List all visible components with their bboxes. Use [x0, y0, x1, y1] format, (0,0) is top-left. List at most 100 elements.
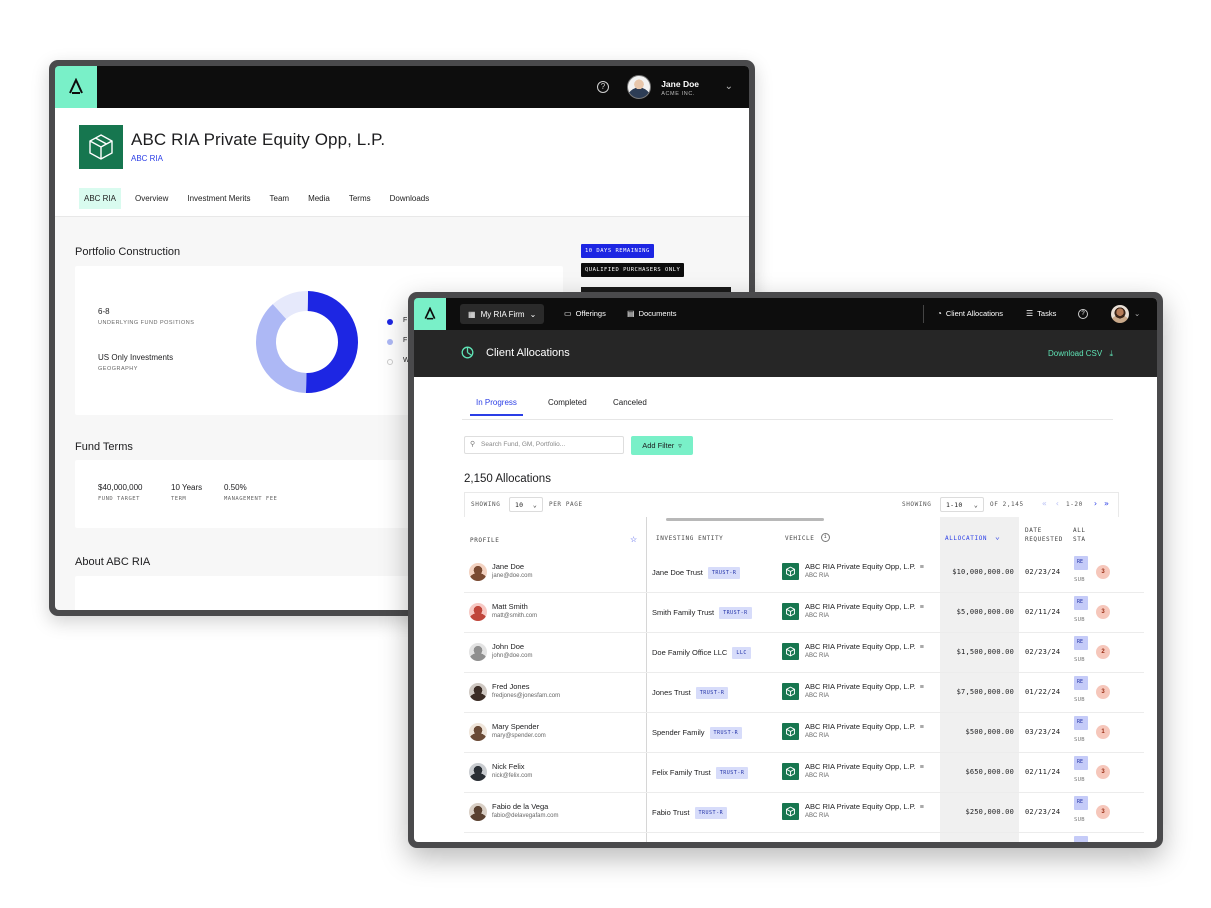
- investing-entity-cell[interactable]: Jane Doe Trust TRUST-R: [652, 567, 741, 579]
- tab-completed[interactable]: Completed: [548, 398, 587, 414]
- range-select[interactable]: 1-10 ⌄: [940, 497, 984, 512]
- fund-logo-icon: [782, 803, 799, 820]
- task-count-badge[interactable]: 3: [1096, 565, 1110, 579]
- profile-cell[interactable]: Mary Spender mary@spender.com: [492, 722, 546, 739]
- pie-chart-icon: [461, 346, 474, 359]
- chevron-down-icon[interactable]: ⌄: [725, 81, 733, 92]
- tab-terms[interactable]: Terms: [344, 188, 376, 209]
- vehicle-cell[interactable]: ABC RIA Private Equity Opp, L.P. ≡ ABC RI…: [805, 602, 924, 619]
- add-filter-button[interactable]: Add Filter ▿: [631, 436, 693, 455]
- portfolio-construction-title: Portfolio Construction: [75, 246, 181, 258]
- task-count-badge[interactable]: 3: [1096, 605, 1110, 619]
- investing-entity-cell[interactable]: Smith Family Trust TRUST-R: [652, 607, 752, 619]
- range-value: 1-10: [946, 500, 963, 509]
- tab-team[interactable]: Team: [265, 188, 295, 209]
- layers-icon: ≡: [919, 724, 924, 731]
- entity-name: Fabio Trust: [652, 808, 690, 817]
- task-count-badge[interactable]: 1: [1096, 725, 1110, 739]
- entity-name: Spender Family: [652, 728, 705, 737]
- app-logo-icon[interactable]: [414, 298, 446, 330]
- nav-offerings[interactable]: ▭ Offerings: [564, 309, 606, 318]
- status-sub: SUB: [1074, 697, 1085, 703]
- help-icon[interactable]: ?: [1078, 309, 1088, 319]
- client-allocations-page: ▦ My RIA Firm ⌄ ▭ Offerings ▤ Documents …: [414, 298, 1157, 842]
- profile-name: Fred Jones: [492, 682, 530, 691]
- entity-name: Jane Doe Trust: [652, 568, 703, 577]
- column-label: ALL: [1073, 527, 1086, 534]
- entity-name: Jones Trust: [652, 688, 691, 697]
- user-avatar[interactable]: [627, 75, 651, 99]
- firm-switcher[interactable]: ▦ My RIA Firm ⌄: [460, 304, 545, 324]
- investing-entity-cell[interactable]: Fabio Trust TRUST-R: [652, 807, 728, 819]
- allocation-amount: $1,500,000.00: [956, 648, 1014, 656]
- task-count-badge[interactable]: 3: [1096, 765, 1110, 779]
- profile-cell[interactable]: John Doe john@doe.com: [492, 642, 532, 659]
- info-icon[interactable]: i: [821, 533, 830, 542]
- donut-slice: [305, 291, 358, 393]
- vehicle-cell[interactable]: ABC RIA Private Equity Opp, L.P. ≡ ABC RI…: [805, 762, 924, 779]
- fund-sponsor-link[interactable]: ABC RIA: [131, 154, 163, 163]
- nav-documents[interactable]: ▤ Documents: [627, 309, 677, 318]
- vehicle-cell[interactable]: ABC RIA Private Equity Opp, L.P. ≡ ABC RI…: [805, 722, 924, 739]
- showing-label: SHOWING: [902, 501, 932, 508]
- top-nav: ▦ My RIA Firm ⌄ ▭ Offerings ▤ Documents …: [414, 298, 1157, 330]
- tab-abc-ria[interactable]: ABC RIA: [79, 188, 122, 209]
- investing-entity-cell[interactable]: Spender Family TRUST-R: [652, 727, 743, 739]
- tab-canceled[interactable]: Canceled: [613, 398, 647, 414]
- first-page-icon[interactable]: «: [1042, 499, 1047, 508]
- layers-icon: ≡: [919, 644, 924, 651]
- nav-label: Client Allocations: [945, 309, 1003, 318]
- legend-label: F: [403, 337, 408, 344]
- nav-tasks[interactable]: ☰ Tasks: [1026, 309, 1056, 318]
- stat-label: UNDERLYING FUND POSITIONS: [98, 320, 195, 326]
- pin-icon[interactable]: ☆: [630, 535, 637, 544]
- task-count-badge[interactable]: 3: [1096, 805, 1110, 819]
- help-icon[interactable]: ?: [597, 81, 609, 93]
- row-divider: [464, 712, 1144, 713]
- entity-name: Smith Family Trust: [652, 608, 715, 617]
- next-page-icon[interactable]: ›: [1093, 499, 1098, 508]
- date-requested: 02/11/24: [1025, 608, 1061, 616]
- date-requested: 03/23/24: [1025, 728, 1061, 736]
- prev-page-icon[interactable]: ‹: [1055, 499, 1060, 508]
- investing-entity-cell[interactable]: Jones Trust TRUST-R: [652, 687, 729, 699]
- download-csv-button[interactable]: Download CSV ⤓: [1048, 349, 1113, 359]
- per-page-select[interactable]: 10 ⌄: [509, 497, 543, 512]
- investing-entity-cell[interactable]: Felix Family Trust TRUST-R: [652, 767, 749, 779]
- entity-type-tag: TRUST-R: [719, 607, 752, 619]
- profile-cell[interactable]: Fabio de la Vega fabio@delavegafam.com: [492, 802, 558, 819]
- horizontal-scrollbar[interactable]: [666, 518, 824, 521]
- user-avatar[interactable]: [1111, 305, 1129, 323]
- stat-value: 0.50%: [224, 483, 247, 492]
- investing-entity-cell[interactable]: Doe Family Office LLC LLC: [652, 647, 751, 659]
- allocation-amount: $650,000.00: [965, 768, 1014, 776]
- profile-cell[interactable]: Jane Doe jane@doe.com: [492, 562, 532, 579]
- vehicle-cell[interactable]: ABC RIA Private Equity Opp, L.P. ≡ ABC RI…: [805, 562, 924, 579]
- entity-type-tag: TRUST-R: [707, 567, 741, 579]
- profile-cell[interactable]: Fred Jones fredjones@jonesfam.com: [492, 682, 560, 699]
- vehicle-cell[interactable]: ABC RIA Private Equity Opp, L.P. ≡ ABC RI…: [805, 682, 924, 699]
- profile-cell[interactable]: Nick Felix nick@felix.com: [492, 762, 532, 779]
- profile-name: John Doe: [492, 642, 525, 651]
- entity-name: Felix Family Trust: [652, 768, 711, 777]
- per-page-value: 10: [515, 500, 524, 509]
- vehicle-cell[interactable]: ABC RIA Private Equity Opp, L.P. ≡ ABC RI…: [805, 642, 924, 659]
- vehicle-name: ABC RIA Private Equity Opp, L.P.: [805, 802, 916, 811]
- tab-overview[interactable]: Overview: [130, 188, 173, 209]
- nav-client-allocations[interactable]: ◔ Client Allocations: [937, 309, 1003, 318]
- tab-media[interactable]: Media: [303, 188, 335, 209]
- task-count-badge[interactable]: 2: [1096, 645, 1110, 659]
- tab-downloads[interactable]: Downloads: [385, 188, 435, 209]
- user-menu[interactable]: Jane Doe ACME INC.: [661, 79, 699, 97]
- list-icon: ☰: [1026, 309, 1034, 318]
- profile-name: Nick Felix: [492, 762, 525, 771]
- search-input[interactable]: ⚲ Search Fund, GM, Portfolio...: [464, 436, 624, 454]
- profile-cell[interactable]: Matt Smith matt@smith.com: [492, 602, 537, 619]
- task-count-badge[interactable]: 3: [1096, 685, 1110, 699]
- tab-in-progress[interactable]: In Progress: [470, 398, 523, 416]
- app-logo-icon[interactable]: [55, 66, 97, 108]
- chevron-down-icon[interactable]: ⌄: [1134, 309, 1140, 318]
- last-page-icon[interactable]: »: [1104, 499, 1109, 508]
- tab-investment-merits[interactable]: Investment Merits: [182, 188, 255, 209]
- vehicle-cell[interactable]: ABC RIA Private Equity Opp, L.P. ≡ ABC RI…: [805, 802, 924, 819]
